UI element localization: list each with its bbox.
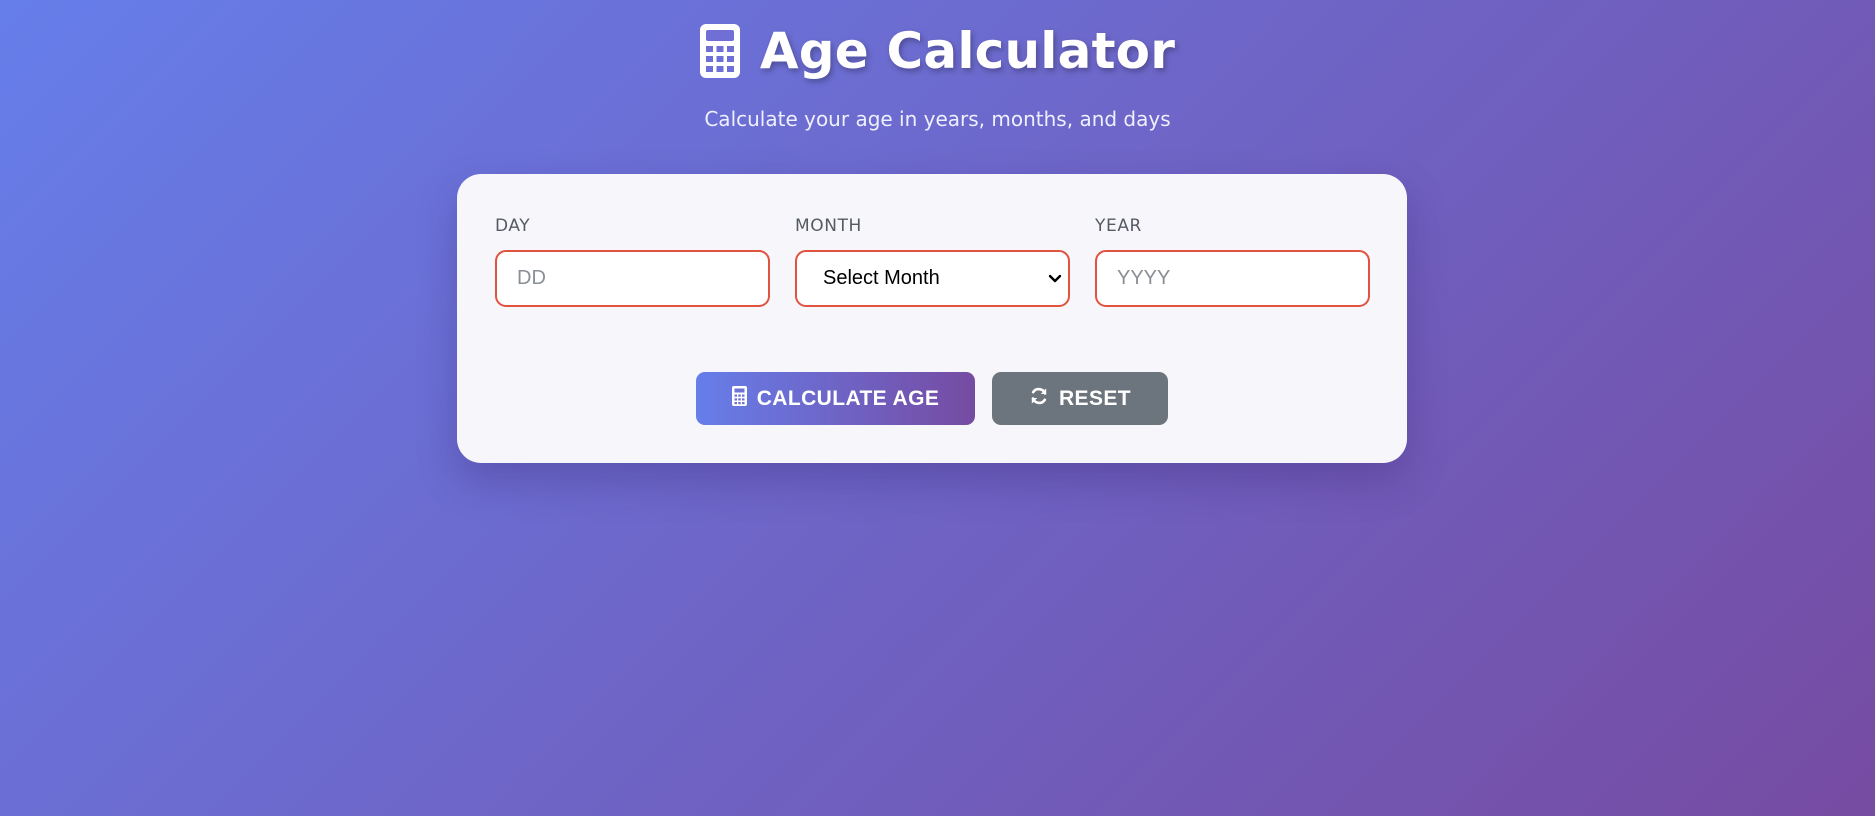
month-field: MONTH Select Month bbox=[795, 216, 1070, 307]
calculator-icon bbox=[699, 24, 740, 78]
chevron-down-icon bbox=[1048, 267, 1062, 290]
calculate-age-label: CALCULATE AGE bbox=[756, 386, 940, 410]
reset-label: RESET bbox=[1058, 386, 1131, 410]
day-input[interactable] bbox=[495, 250, 770, 307]
day-label: DAY bbox=[495, 216, 531, 236]
calculate-age-button[interactable]: CALCULATE AGE bbox=[696, 372, 975, 425]
calculator-card: DAY MONTH Select Month YEAR bbox=[457, 174, 1407, 463]
page-title: Age Calculator bbox=[0, 18, 1875, 84]
day-field: DAY bbox=[495, 216, 770, 307]
subtitle: Calculate your age in years, months, and… bbox=[704, 107, 1171, 131]
reset-button[interactable]: RESET bbox=[992, 372, 1168, 425]
year-input[interactable] bbox=[1095, 250, 1370, 307]
month-label: MONTH bbox=[795, 216, 862, 236]
month-select[interactable]: Select Month bbox=[795, 250, 1070, 307]
refresh-icon bbox=[1029, 386, 1049, 412]
calculator-icon bbox=[731, 385, 747, 412]
year-label: YEAR bbox=[1095, 216, 1142, 236]
header: Age Calculator Calculate your age in yea… bbox=[0, 18, 1875, 131]
title-text: Age Calculator bbox=[759, 22, 1176, 80]
month-select-value: Select Month bbox=[823, 267, 940, 289]
year-field: YEAR bbox=[1095, 216, 1370, 307]
